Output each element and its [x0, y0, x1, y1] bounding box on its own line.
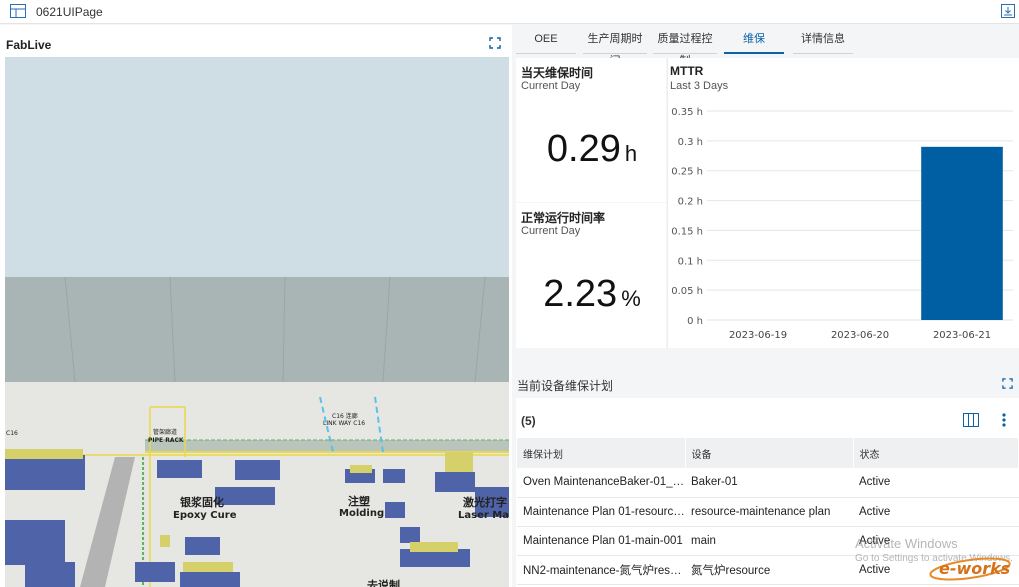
y-tick-label: 0.05 h [671, 286, 703, 297]
column-header-status[interactable]: 状态 [853, 438, 1019, 468]
tab-maintenance[interactable]: 维保 [724, 28, 784, 54]
cell-equipment: Baker-01 [685, 468, 853, 498]
3d-factory-viewer[interactable]: 管架廊道 PIPE RACK C16 连廊 LINK WAY C16 C16 银… [5, 57, 509, 587]
cell-status: Active [853, 497, 1019, 527]
columns-icon[interactable] [963, 413, 979, 427]
maintenance-time-subtitle: Current Day [521, 80, 581, 92]
column-header-plan[interactable]: 维保计划 [517, 438, 686, 468]
table-row[interactable]: Oven MaintenanceBaker-01_2... Baker-01 A… [517, 468, 1019, 498]
epoxy-en-label: Epoxy Cure [173, 510, 237, 521]
y-tick-label: 0.15 h [671, 226, 703, 237]
watermark-line1: Activate Windows [855, 536, 958, 551]
pipe-rack-en-label: PIPE RACK [148, 437, 184, 444]
laser-en-label: Laser Ma [458, 510, 509, 521]
link-way-cn-label: C16 连廊 [332, 412, 358, 420]
c16-label: C16 [6, 430, 18, 437]
tab-details[interactable]: 详情信息 [793, 28, 853, 54]
tab-oee[interactable]: OEE [516, 28, 576, 54]
eworks-logo: e-works [929, 557, 1011, 581]
top-bar: 0621UIPage [0, 0, 1019, 24]
laser-cn-label: 激光打字 [463, 495, 507, 509]
row-count: (5) [521, 414, 536, 428]
uptime-card: 正常运行时间率 Current Day 2.23% [516, 203, 666, 348]
mttr-bar-chart: 0 h 0.05 h 0.1 h 0.15 h 0.2 h 0.25 h 0.3 h 0.35… [667, 58, 1013, 348]
maintenance-time-value: 0.29 [546, 128, 621, 170]
maintenance-time-card: 当天维保时间 Current Day 0.29 h [516, 58, 666, 202]
logo-text: e-works [939, 559, 1010, 578]
cell-plan: NN2-maintenance-氮气炉reso... [517, 555, 685, 585]
maintenance-plan-title: 当前设备维保计划 [517, 379, 614, 393]
y-tick-label: 0.3 h [678, 137, 703, 148]
export-icon[interactable] [1001, 4, 1015, 18]
x-tick-label: 2023-06-21 [933, 330, 991, 341]
y-tick-label: 0.1 h [678, 256, 703, 267]
uptime-unit: % [621, 286, 641, 311]
table-row[interactable]: Maintenance Plan 01-resource... resource… [517, 497, 1019, 527]
cell-equipment: resource-maintenance plan [685, 497, 853, 527]
epoxy-cn-label: 银浆固化 [180, 495, 224, 509]
x-tick-label: 2023-06-20 [831, 330, 889, 341]
cell-equipment: main [685, 526, 853, 556]
column-header-equipment[interactable]: 设备 [685, 438, 854, 468]
link-way-en-label: LINK WAY C16 [323, 420, 365, 427]
tab-cycle-time[interactable]: 生产周期时间 [583, 28, 647, 67]
cell-equipment: 氮气炉resource [685, 555, 853, 585]
mttr-chart-card: MTTR Last 3 Days 0 h 0.05 h 0.1 h 0.15 h 0.2… [667, 58, 1019, 348]
fullscreen-icon[interactable] [489, 37, 501, 49]
x-tick-label: 2023-06-19 [729, 330, 787, 341]
maintenance-time-unit: h [624, 141, 638, 166]
bar [921, 146, 1003, 320]
more-options-icon[interactable] [1000, 412, 1008, 428]
cell-plan: Oven MaintenanceBaker-01_2... [517, 468, 685, 498]
table-header-row: 维保计划 设备 状态 [517, 438, 1019, 468]
fablive-title: FabLive [6, 38, 52, 52]
uptime-value: 2.23 [543, 273, 618, 315]
y-tick-label: 0.2 h [678, 197, 703, 208]
layout-icon [10, 4, 26, 18]
y-tick-label: 0.35 h [671, 107, 703, 118]
molding-cn-label: 注塑 [348, 494, 370, 508]
cell-plan: Maintenance Plan 01-resource... [517, 497, 685, 527]
maintenance-time-title: 当天维保时间 [521, 66, 594, 80]
factory-scene: 管架廊道 PIPE RACK C16 连廊 LINK WAY C16 C16 银… [5, 57, 509, 587]
bottom-zone-label: 去说制 [367, 578, 400, 587]
tab-quality[interactable]: 质量过程控制 [653, 28, 717, 67]
page-title: 0621UIPage [36, 5, 103, 19]
molding-en-label: Molding [339, 508, 384, 519]
cell-plan: Maintenance Plan 01-main-001 [517, 526, 685, 556]
y-tick-label: 0.25 h [671, 167, 703, 178]
fablive-panel: FabLive 管架廊道 PIPE RACK C16 连廊 LINK WAY C… [0, 25, 512, 587]
pipe-rack-cn-label: 管架廊道 [153, 428, 177, 436]
cell-status: Active [853, 468, 1019, 498]
maintenance-time-value-wrap: 0.29 h [516, 128, 668, 171]
section-fullscreen-icon[interactable] [1002, 378, 1013, 389]
uptime-subtitle: Current Day [521, 225, 581, 237]
uptime-title: 正常运行时间率 [521, 211, 606, 225]
uptime-value-wrap: 2.23% [516, 273, 668, 316]
y-tick-label: 0 h [687, 316, 703, 327]
